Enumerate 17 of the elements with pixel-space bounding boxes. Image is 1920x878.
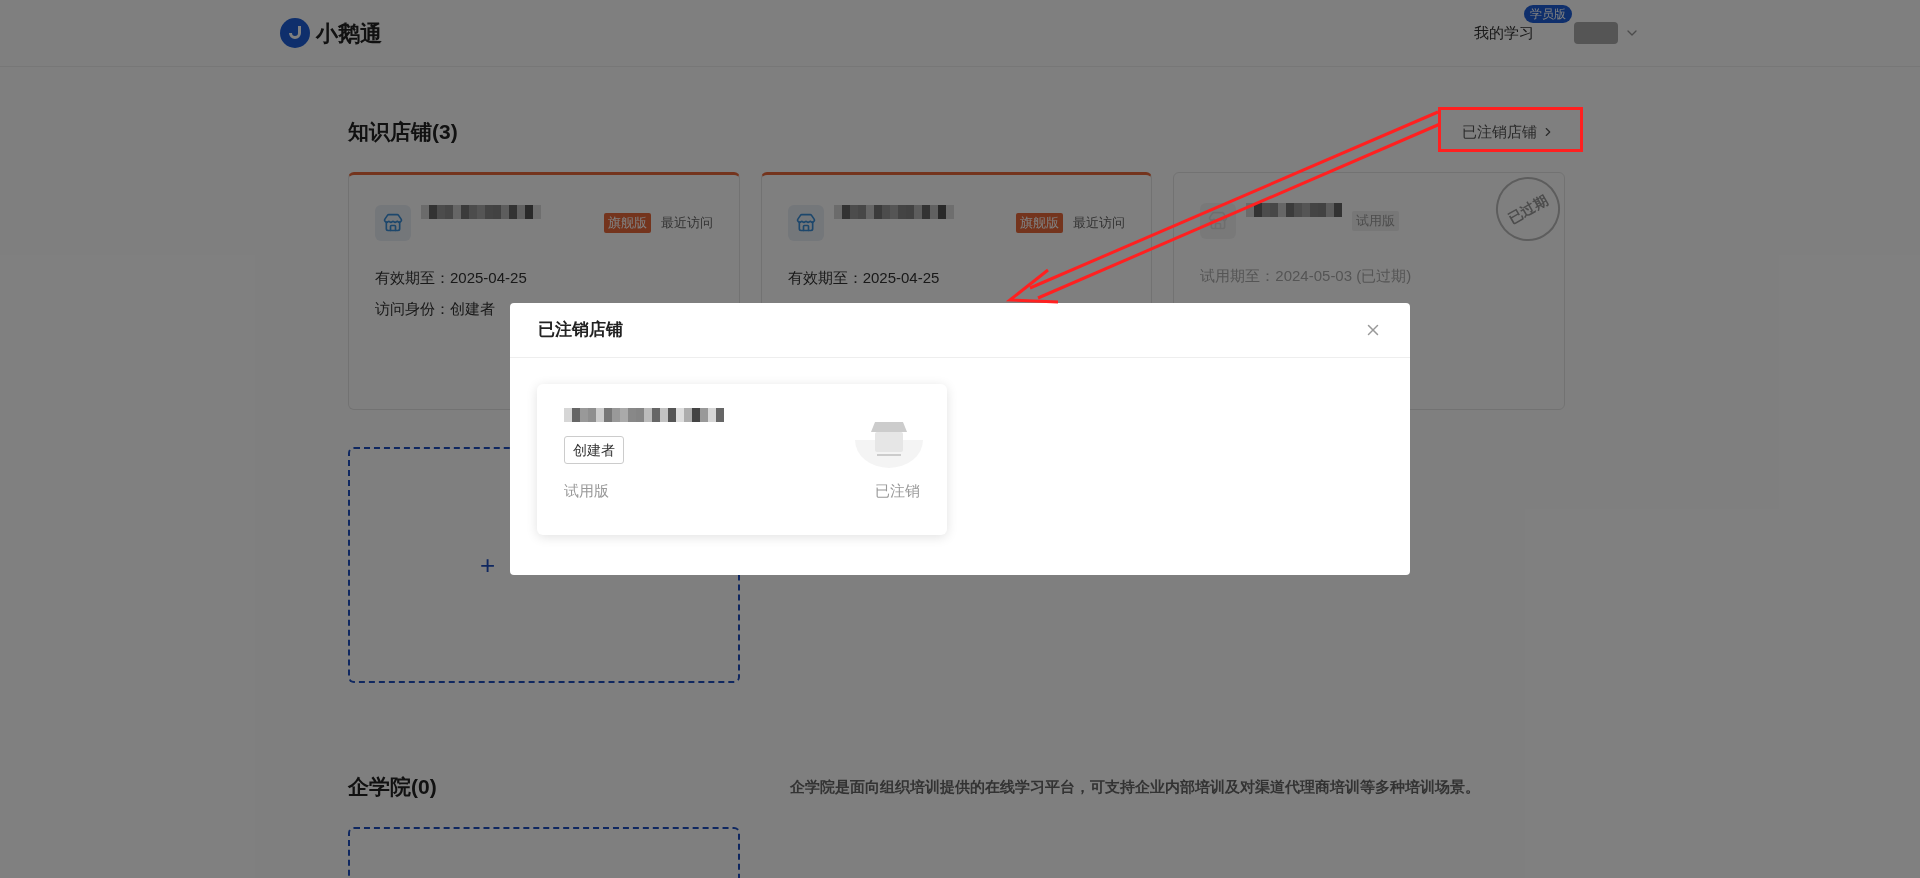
- dialog-title: 已注销店铺: [538, 319, 623, 342]
- logo-text: 小鹅通: [316, 19, 382, 48]
- status-text: 已注销: [875, 481, 920, 501]
- shop-info-text: 访问身份：创建者: [375, 298, 496, 319]
- role-tag: 创建者: [564, 436, 624, 464]
- academy-description: 企学院是面向组织培训提供的在线学习平台，可支持企业内部培训及对渠道代理商培训等多种培训场景。: [790, 776, 1480, 797]
- recent-visit-label: 最近访问: [1073, 214, 1126, 233]
- shop-info-text: 有效期至：2025-04-25: [375, 268, 528, 288]
- edition-badge: 旗舰版: [1016, 213, 1064, 233]
- shop-info-text: 有效期至：2025-04-25: [787, 268, 941, 288]
- plus-symbol: +: [480, 548, 496, 582]
- recent-visit-label: 最近访问: [660, 214, 713, 233]
- section-title: 企学院(0): [348, 774, 438, 800]
- section-title: 知识店铺(3): [348, 119, 458, 146]
- edition-text: 试用版: [564, 481, 609, 501]
- edition-badge: 旗舰版: [603, 213, 651, 233]
- student-edition-badge: 学员版: [1524, 5, 1572, 23]
